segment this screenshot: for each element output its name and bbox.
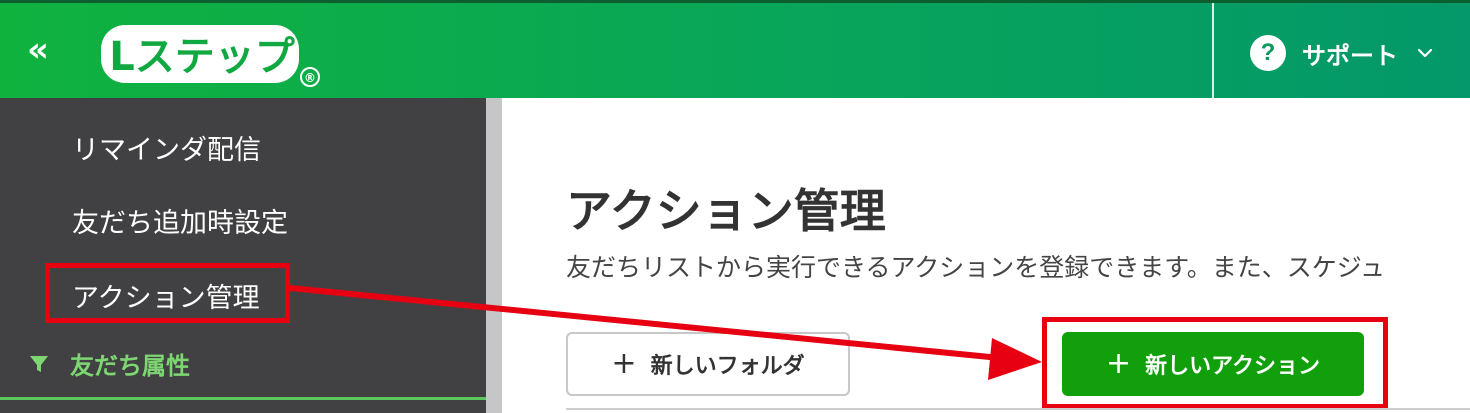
content-divider bbox=[566, 408, 1470, 410]
sidebar-scrollbar[interactable] bbox=[486, 98, 502, 413]
sidebar-section-underline bbox=[0, 397, 486, 400]
support-menu[interactable]: ? サポート bbox=[1250, 31, 1434, 75]
chevron-down-icon bbox=[1417, 48, 1433, 58]
support-label: サポート bbox=[1302, 41, 1398, 70]
question-circle-icon: ? bbox=[1250, 35, 1286, 71]
logo-text: Lステップ bbox=[109, 34, 295, 80]
page-description: 友だちリストから実行できるアクションを登録できます。また、スケジュ bbox=[566, 253, 1386, 282]
plus-icon: + bbox=[611, 346, 637, 381]
header-divider bbox=[1212, 3, 1214, 101]
page-title: アクション管理 bbox=[566, 184, 886, 238]
top-header: « Lステップ ® ? サポート bbox=[0, 0, 1470, 101]
new-folder-label: 新しいフォルダ bbox=[650, 354, 805, 379]
annotation-highlight-sidebar bbox=[45, 263, 290, 323]
lstep-logo[interactable]: Lステップ ® bbox=[98, 15, 328, 91]
sidebar-item-friend-add-settings[interactable]: 友だち追加時設定 bbox=[72, 201, 288, 240]
annotation-highlight-new-action bbox=[1042, 317, 1388, 409]
sidebar-item-reminder[interactable]: リマインダ配信 bbox=[72, 128, 261, 167]
sidebar-section-friend-attributes[interactable]: 友だち属性 bbox=[28, 346, 190, 381]
logo-registered-mark: ® bbox=[304, 71, 316, 85]
new-folder-button[interactable]: + 新しいフォルダ bbox=[566, 332, 850, 396]
filter-icon bbox=[30, 355, 48, 372]
collapse-sidebar-icon[interactable]: « bbox=[18, 31, 58, 71]
sidebar-section-label: 友だち属性 bbox=[70, 352, 190, 380]
